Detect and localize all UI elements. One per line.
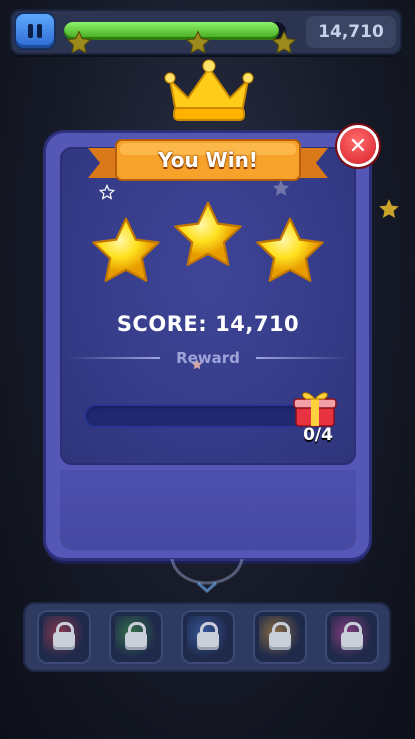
crown-icon	[164, 59, 254, 121]
earned-star-icon	[174, 201, 242, 266]
hud-score: 14,710	[306, 16, 396, 48]
lock-icon	[197, 622, 219, 650]
close-icon: ✕	[348, 133, 368, 159]
reward-divider-right	[256, 357, 348, 359]
continue-arrow-icon	[170, 558, 244, 594]
sparkle-icon	[98, 184, 116, 200]
earned-star-icon	[92, 217, 160, 282]
booster-2-slot[interactable]	[109, 610, 163, 664]
final-score: SCORE: 14,710	[60, 308, 356, 340]
booster-5-slot[interactable]	[325, 610, 379, 664]
milestone-star-icon	[185, 30, 211, 54]
lock-icon	[53, 622, 75, 650]
booster-1-slot[interactable]	[37, 610, 91, 664]
milestone-star-icon	[66, 30, 92, 54]
reward-divider-left	[68, 357, 160, 359]
milestone-star-icon	[271, 30, 297, 54]
booster-4-slot[interactable]	[253, 610, 307, 664]
sparkle-icon	[272, 179, 290, 196]
reward-progress-bar	[84, 404, 310, 428]
win-dialog-footer	[60, 470, 356, 550]
pause-button[interactable]	[16, 14, 54, 48]
score-label: SCORE:	[116, 312, 208, 336]
earned-star-icon	[256, 217, 324, 282]
lock-icon	[269, 622, 291, 650]
lock-icon	[341, 622, 363, 650]
reward-label: Reward	[176, 349, 240, 367]
reward-count: 0/4	[303, 425, 333, 445]
close-button[interactable]: ✕	[340, 128, 376, 164]
pause-icon	[28, 24, 33, 38]
sparkle-icon	[379, 199, 399, 218]
gift-icon[interactable]	[292, 388, 338, 428]
lock-icon	[125, 622, 147, 650]
booster-3-slot[interactable]	[181, 610, 235, 664]
score-value: 14,710	[215, 312, 300, 336]
dialog-title: You Win!	[158, 148, 258, 172]
level-progress-fill	[64, 22, 279, 40]
